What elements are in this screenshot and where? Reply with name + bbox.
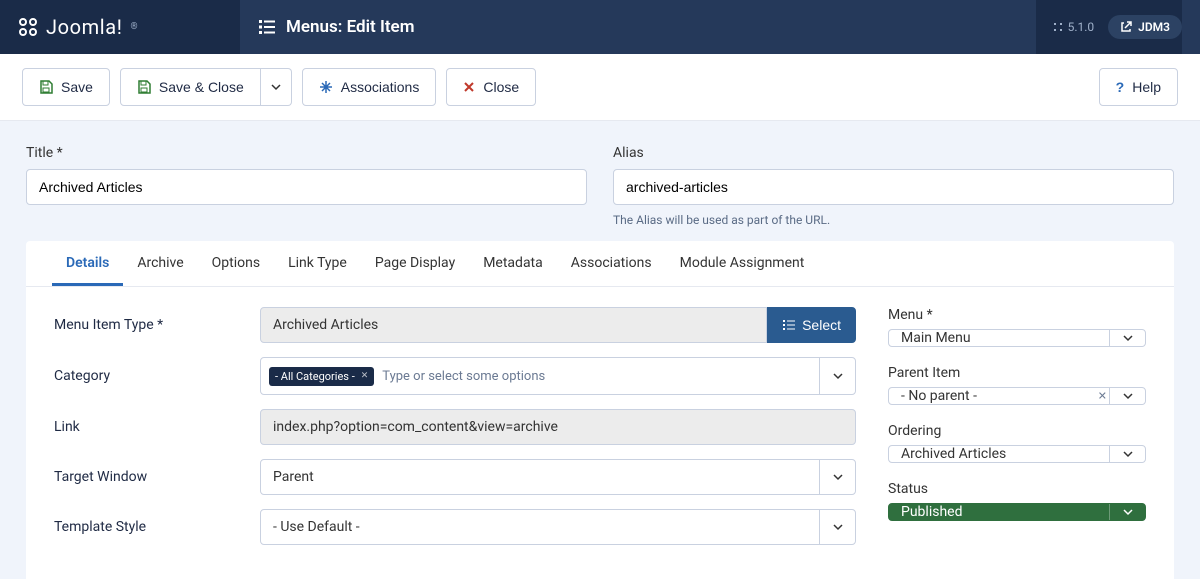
user-badge[interactable]: JDM3: [1108, 15, 1182, 39]
template-style-chevron: [819, 510, 855, 544]
parent-item-value: - No parent -: [901, 388, 977, 404]
page-heading-container: Menus: Edit Item 5.1.0 JDM3: [240, 0, 1200, 54]
brand-text: Joomla!: [46, 15, 123, 39]
parent-item-label: Parent Item: [888, 365, 1146, 381]
menu-item-type-label: Menu Item Type *: [54, 317, 242, 333]
chevron-down-icon: [833, 472, 843, 482]
tab-archive[interactable]: Archive: [123, 241, 197, 286]
tabs: Details Archive Options Link Type Page D…: [26, 241, 1174, 287]
save-close-button[interactable]: Save & Close: [120, 68, 261, 106]
help-label: Help: [1132, 79, 1161, 95]
list-icon: [258, 18, 276, 36]
alias-label: Alias: [613, 145, 1174, 161]
chevron-down-icon: [271, 82, 281, 92]
title-label: Title *: [26, 145, 587, 161]
ordering-select[interactable]: Archived Articles: [888, 445, 1146, 463]
brand: Joomla! ®: [16, 15, 240, 39]
joomla-mini-icon: [1052, 21, 1064, 33]
ordering-value: Archived Articles: [901, 446, 1006, 462]
title-input[interactable]: [26, 169, 587, 205]
save-button[interactable]: Save: [22, 68, 110, 106]
menu-item-type-select-button[interactable]: Select: [767, 307, 856, 343]
category-tag-label: - All Categories -: [275, 370, 355, 383]
topbar: Joomla! ® Menus: Edit Item 5.1.0 JDM3: [0, 0, 1200, 54]
toolbar: Save Save & Close Associations Close ? H…: [0, 54, 1200, 121]
chevron-down-icon: [833, 522, 843, 532]
chevron-down-icon: [1123, 333, 1133, 343]
category-tagbox[interactable]: - All Categories - ✕ Type or select some…: [260, 357, 856, 395]
template-style-value: - Use Default -: [273, 519, 360, 535]
target-window-label: Target Window: [54, 469, 242, 485]
alias-hint: The Alias will be used as part of the UR…: [613, 213, 1174, 227]
target-window-chevron: [819, 460, 855, 494]
template-style-select[interactable]: - Use Default -: [260, 509, 856, 545]
associations-icon: [319, 80, 333, 94]
chevron-down-icon: [1123, 391, 1133, 401]
template-style-label: Template Style: [54, 519, 242, 535]
version-text: 5.1.0: [1068, 20, 1095, 34]
target-window-value: Parent: [273, 469, 314, 485]
page-title: Menus: Edit Item: [286, 17, 414, 37]
save-dropdown-button[interactable]: [261, 68, 292, 106]
tab-associations[interactable]: Associations: [557, 241, 666, 286]
tab-link-type[interactable]: Link Type: [274, 241, 361, 286]
joomla-icon: [16, 15, 40, 39]
select-button-label: Select: [802, 317, 841, 333]
brand-reg: ®: [131, 22, 139, 32]
link-label: Link: [54, 419, 242, 435]
link-value: index.php?option=com_content&view=archiv…: [260, 409, 856, 445]
chevron-down-icon: [1123, 507, 1133, 517]
help-icon: ?: [1116, 79, 1125, 95]
target-window-select[interactable]: Parent: [260, 459, 856, 495]
parent-item-select[interactable]: - No parent - ✕: [888, 387, 1146, 405]
ordering-label: Ordering: [888, 423, 1146, 439]
remove-tag-icon[interactable]: ✕: [361, 371, 369, 381]
associations-button[interactable]: Associations: [302, 68, 437, 106]
save-close-label: Save & Close: [159, 79, 244, 95]
category-tag[interactable]: - All Categories - ✕: [269, 367, 374, 386]
details-panel: Menu Item Type * Archived Articles Selec…: [26, 287, 1174, 579]
help-button[interactable]: ? Help: [1099, 68, 1178, 106]
status-value: Published: [901, 504, 962, 520]
close-icon: [463, 81, 475, 93]
category-label: Category: [54, 368, 242, 384]
alias-input[interactable]: [613, 169, 1174, 205]
save-icon: [137, 80, 151, 94]
tab-page-display[interactable]: Page Display: [361, 241, 469, 286]
list-icon: [782, 318, 796, 332]
menu-value: Main Menu: [901, 330, 971, 346]
status-label: Status: [888, 481, 1146, 497]
menu-item-type-value: Archived Articles: [260, 307, 767, 343]
tab-details[interactable]: Details: [52, 241, 123, 286]
save-label: Save: [61, 79, 93, 95]
version-badge: 5.1.0: [1052, 20, 1095, 34]
status-select[interactable]: Published: [888, 503, 1146, 521]
chevron-down-icon: [833, 371, 843, 381]
menu-side-label: Menu *: [888, 307, 1146, 323]
category-placeholder: Type or select some options: [382, 369, 545, 384]
tab-module-assignment[interactable]: Module Assignment: [666, 241, 819, 286]
tab-options[interactable]: Options: [198, 241, 274, 286]
clear-parent-icon[interactable]: ✕: [1098, 390, 1107, 403]
close-button[interactable]: Close: [446, 68, 536, 106]
save-icon: [39, 80, 53, 94]
menu-select[interactable]: Main Menu: [888, 329, 1146, 347]
close-label: Close: [483, 79, 519, 95]
chevron-down-icon: [1123, 449, 1133, 459]
tab-metadata[interactable]: Metadata: [469, 241, 557, 286]
user-badge-text: JDM3: [1138, 20, 1170, 34]
external-link-icon: [1120, 21, 1132, 33]
category-chevron[interactable]: [819, 358, 855, 394]
associations-label: Associations: [341, 79, 420, 95]
title-alias-row: Title * Alias The Alias will be used as …: [0, 121, 1200, 241]
